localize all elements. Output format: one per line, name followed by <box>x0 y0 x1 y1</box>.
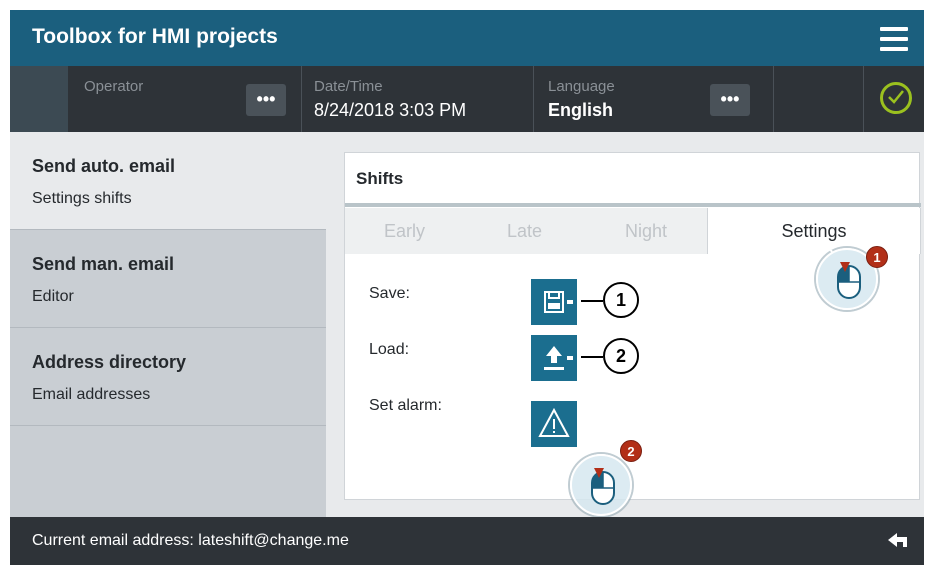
sidebar-item-subtitle: Settings shifts <box>32 190 132 207</box>
shift-tabs: Early Late Night Settings <box>345 208 921 254</box>
mouse-click-icon-2 <box>570 454 632 516</box>
sidebar-item-title: Send man. email <box>32 254 175 274</box>
warning-icon <box>538 407 570 437</box>
save-button[interactable] <box>531 279 577 325</box>
language-value: English <box>548 100 614 120</box>
status-bar: Operator ••• Date/Time 8/24/2018 3:03 PM… <box>10 66 924 132</box>
sidebar-item-address-directory[interactable]: Address directory Email addresses <box>10 328 326 426</box>
operator-cell: Operator ••• <box>68 66 302 132</box>
load-label: Load: <box>369 341 410 358</box>
sidebar-item-send-man-email[interactable]: Send man. email Editor <box>10 230 326 328</box>
save-label: Save: <box>369 285 410 302</box>
callout-2-line <box>581 356 603 358</box>
callout-2: 2 <box>603 338 639 374</box>
app-title: Toolbox for HMI projects <box>32 25 278 48</box>
back-arrow-icon[interactable] <box>886 530 910 555</box>
step-badge-1: 1 <box>866 246 888 268</box>
load-button[interactable] <box>531 335 577 381</box>
title-bar: Toolbox for HMI projects <box>10 10 924 66</box>
sidebar-item-send-auto-email[interactable]: Send auto. email Settings shifts <box>10 132 326 230</box>
hmi-window: Toolbox for HMI projects Operator ••• Da… <box>10 10 934 565</box>
set-alarm-button[interactable] <box>531 401 577 447</box>
sidebar-item-title: Send auto. email <box>32 156 176 176</box>
status-spacer-cell <box>774 66 864 132</box>
sidebar-item-subtitle: Email addresses <box>32 386 151 403</box>
datetime-value: 8/24/2018 3:03 PM <box>314 100 467 120</box>
operator-label: Operator <box>84 78 144 95</box>
sidebar: Send auto. email Settings shifts Send ma… <box>10 132 326 517</box>
operator-more-button[interactable]: ••• <box>246 84 286 116</box>
status-ok-icon[interactable] <box>880 82 912 114</box>
callout-1: 1 <box>603 282 639 318</box>
sidebar-item-subtitle: Editor <box>32 288 74 305</box>
language-label: Language <box>548 78 615 95</box>
current-email-text: Current email address: lateshift@change.… <box>32 532 349 549</box>
sidebar-item-title: Address directory <box>32 352 187 372</box>
datetime-cell: Date/Time 8/24/2018 3:03 PM <box>302 66 534 132</box>
save-icon <box>544 291 573 313</box>
step-badge-2: 2 <box>620 440 642 462</box>
hamburger-menu-icon[interactable] <box>880 27 908 51</box>
tab-night[interactable]: Night <box>585 208 707 254</box>
panel-title-divider <box>345 203 921 207</box>
datetime-label: Date/Time <box>314 78 383 95</box>
callout-1-line <box>581 300 603 302</box>
panel-title: Shifts <box>356 169 404 188</box>
language-more-button[interactable]: ••• <box>710 84 750 116</box>
set-alarm-label: Set alarm: <box>369 397 442 414</box>
tab-settings[interactable]: Settings <box>707 208 921 254</box>
user-thumbnail <box>10 66 68 132</box>
upload-icon <box>544 346 573 370</box>
tab-early[interactable]: Early <box>345 208 464 254</box>
footer-bar: Current email address: lateshift@change.… <box>10 517 924 565</box>
tab-late[interactable]: Late <box>464 208 585 254</box>
language-cell: Language English ••• <box>534 66 774 132</box>
